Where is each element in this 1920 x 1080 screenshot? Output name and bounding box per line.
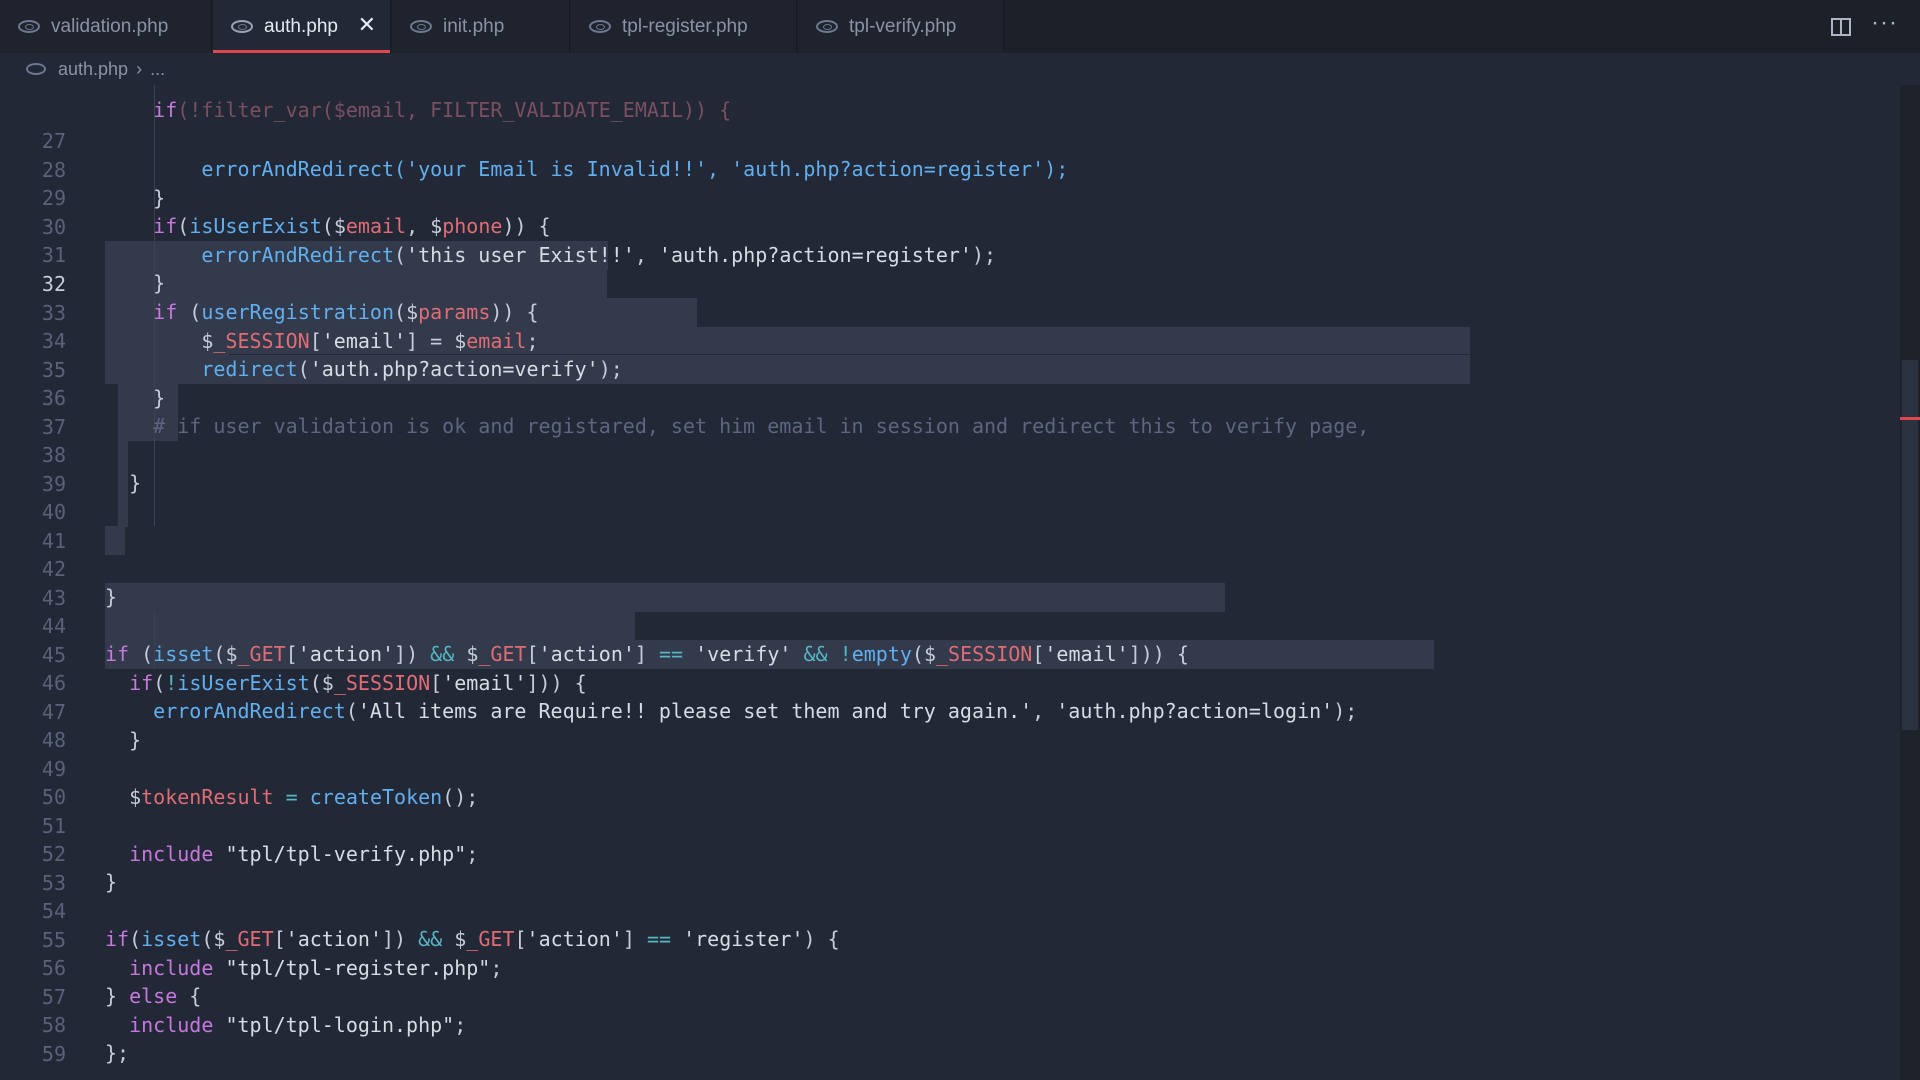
code-line: 47 } [0,669,1880,753]
code-line: 39 [0,441,1880,496]
breadcrumb-separator: › [136,58,143,79]
code-line: 56 } else { [0,925,1880,1009]
scrollbar-thumb[interactable] [1902,360,1918,730]
tab-label: auth.php [264,15,338,37]
line-number: 59 [41,1041,66,1066]
tab-label: validation.php [51,15,169,37]
code-line-current: 32 if (userRegistration($params)) { [0,241,1880,325]
code-line: 40 [0,469,1880,524]
tab-label: tpl-register.php [622,15,748,37]
code-line: 46 errorAndRedirect('All items are Requi… [0,640,1880,724]
breadcrumb-symbols[interactable]: ... [150,59,165,80]
code-line: 35 } [0,327,1880,411]
code-line: 27 errorAndRedirect('your Email is Inval… [0,98,1880,182]
php-file-icon [816,20,838,33]
code-line: 42 } [0,526,1880,610]
code-line: 54 if(isset($_GET['action']) && $_GET['a… [0,868,1880,952]
code-editor[interactable]: if(!filter_var($email, FILTER_VALIDATE_E… [0,85,1900,1080]
code-line: 45 if(!isUserExist($_SESSION['email'])) … [0,612,1880,696]
code-line: 48 [0,697,1880,752]
close-icon[interactable]: ✕ [358,13,376,37]
code-line: 36 # if user validation is ok and regist… [0,355,1880,439]
more-actions-icon[interactable]: ··· [1871,10,1898,35]
code-line: 52 } [0,811,1880,895]
code-line: 44 if (isset($_GET['action']) && $_GET['… [0,583,1880,667]
code-line: 58 }; [0,982,1880,1066]
php-file-icon [410,20,432,33]
code-line: 31 } [0,212,1880,296]
editor-actions: ··· [1831,0,1920,53]
code-line: 37 [0,384,1880,439]
tab-validation-php[interactable]: validation.php [0,0,212,53]
tab-auth-php[interactable]: auth.php ✕ [213,0,391,53]
code-line: 33 $_SESSION['email'] = $email; [0,270,1880,354]
code-line: 51 include "tpl/tpl-verify.php"; [0,783,1880,867]
breadcrumb: auth.php › ... [0,53,1900,85]
code-line: 50 [0,754,1880,809]
code-line: 28 } [0,127,1880,211]
code-line: 49 $tokenResult = createToken(); [0,726,1880,810]
tab-bar: validation.php auth.php ✕ init.php tpl-r… [0,0,1920,53]
breadcrumb-file[interactable]: auth.php [58,59,128,80]
tab-tpl-register-php[interactable]: tpl-register.php [571,0,797,53]
code-line: 43 [0,555,1880,610]
code-line: 41 [0,498,1880,553]
code-line: 34 redirect('auth.php?action=verify'); [0,298,1880,382]
code-line: 29 if(isUserExist($email, $phone)) { [0,155,1880,239]
split-editor-icon[interactable] [1831,17,1852,36]
php-file-icon [231,20,253,33]
code-line: 53 [0,840,1880,895]
code-line: if(!filter_var($email, FILTER_VALIDATE_E… [0,85,1880,122]
code-line: 57 include "tpl/tpl-login.php"; [0,954,1880,1038]
code-text: }; [105,1041,130,1065]
tab-tpl-verify-php[interactable]: tpl-verify.php [798,0,1004,53]
code-line: 30 errorAndRedirect('this user Exist!!',… [0,184,1880,268]
tab-label: init.php [443,15,505,37]
php-file-icon [26,63,46,75]
tab-init-php[interactable]: init.php [392,0,570,53]
code-line: 59 [0,1011,1880,1066]
vertical-scrollbar[interactable] [1900,85,1920,1080]
code-line: 55 include "tpl/tpl-register.php"; [0,897,1880,981]
scrollbar-marker [1900,417,1920,420]
php-file-icon [18,20,40,33]
php-file-icon [589,20,611,33]
code-line: 38 } [0,412,1880,496]
tab-label: tpl-verify.php [849,15,957,37]
